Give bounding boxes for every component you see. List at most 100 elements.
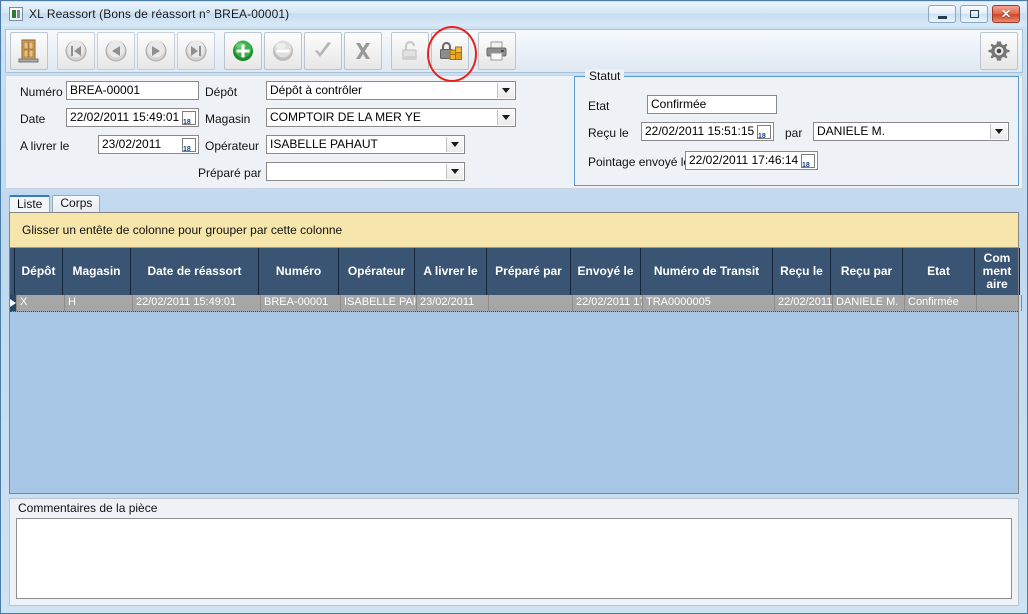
pointage-envoye-le-value: 22/02/2011 17:46:14 <box>689 153 799 167</box>
column-header[interactable]: Magasin <box>63 248 131 295</box>
chevron-down-icon[interactable] <box>446 164 463 179</box>
previous-record-icon <box>105 40 127 62</box>
recu-le-input[interactable]: 22/02/2011 15:51:15 18 <box>641 122 774 141</box>
group-by-hint[interactable]: Glisser un entête de colonne pour groupe… <box>10 213 1018 248</box>
column-header[interactable]: Reçu par <box>831 248 903 295</box>
close-button[interactable]: ✕ <box>992 5 1020 23</box>
calendar-icon[interactable]: 18 <box>182 138 196 153</box>
magasin-combo[interactable]: COMPTOIR DE LA MER YE <box>266 108 516 127</box>
column-header[interactable]: Reçu le <box>773 248 831 295</box>
date-input[interactable]: 22/02/2011 15:49:01 18 <box>66 108 199 127</box>
depot-value: Dépôt à contrôler <box>270 83 363 97</box>
date-label: Date <box>20 112 46 126</box>
magasin-value: COMPTOIR DE LA MER YE <box>270 110 421 124</box>
recu-le-label: Reçu le <box>588 126 629 140</box>
exit-door-button[interactable] <box>10 32 48 70</box>
column-header[interactable]: Numéro de Transit <box>641 248 773 295</box>
table-row[interactable]: X H 22/02/2011 15:49:01 BREA-00001 ISABELLE … <box>10 295 1022 312</box>
column-header[interactable]: Date de réassort <box>131 248 259 295</box>
operateur-combo[interactable]: ISABELLE PAHAUT <box>266 135 465 154</box>
minus-circle-icon <box>273 40 293 61</box>
settings-button[interactable] <box>980 32 1018 70</box>
application-icon <box>9 7 23 21</box>
chevron-down-icon[interactable] <box>446 137 463 152</box>
a-livrer-le-value: 23/02/2011 <box>102 137 162 151</box>
chevron-down-icon[interactable] <box>990 124 1007 139</box>
validate-button[interactable] <box>304 32 342 70</box>
depot-combo[interactable]: Dépôt à contrôler <box>266 81 516 100</box>
print-button[interactable] <box>478 32 516 70</box>
numero-label: Numéro <box>20 85 63 99</box>
previous-record-button[interactable] <box>97 32 135 70</box>
column-header[interactable]: Opérateur <box>339 248 415 295</box>
tab-corps[interactable]: Corps <box>52 195 101 212</box>
last-record-icon <box>185 40 207 62</box>
comments-textarea[interactable] <box>16 518 1012 599</box>
calendar-icon[interactable]: 18 <box>757 125 771 140</box>
row-selector[interactable] <box>10 295 17 311</box>
tab-liste[interactable]: Liste <box>9 195 51 212</box>
pointage-envoye-le-input[interactable]: 22/02/2011 17:46:14 18 <box>685 151 818 170</box>
par-label: par <box>785 126 803 140</box>
chevron-down-icon[interactable] <box>497 110 514 125</box>
table-cell[interactable] <box>977 295 1022 311</box>
lock-stock-button[interactable] <box>431 32 469 70</box>
records-grid: Glisser un entête de colonne pour groupe… <box>9 212 1022 494</box>
column-header[interactable]: Envoyé le <box>571 248 641 295</box>
statut-legend: Statut <box>585 69 625 83</box>
first-record-icon <box>65 40 87 62</box>
calendar-icon[interactable]: 18 <box>182 111 196 126</box>
last-record-button[interactable] <box>177 32 215 70</box>
column-header[interactable]: Com ment aire <box>975 248 1020 295</box>
etat-label: Etat <box>588 99 610 113</box>
cross-x-icon <box>356 43 370 59</box>
gear-icon <box>988 41 1010 61</box>
table-cell[interactable]: 22/02/2011 15:49:01 <box>133 295 261 311</box>
application-window: XL Reassort (Bons de réassort n° BREA-00… <box>0 0 1028 614</box>
table-cell[interactable]: DANIELE M. <box>833 295 905 311</box>
printer-icon <box>486 41 507 61</box>
table-cell[interactable] <box>489 295 573 311</box>
minimize-button[interactable] <box>928 5 956 23</box>
etat-input[interactable]: Confirmée <box>647 95 777 114</box>
table-cell[interactable]: BREA-00001 <box>261 295 341 311</box>
cancel-button[interactable] <box>344 32 382 70</box>
numero-input[interactable]: BREA-00001 <box>66 81 199 100</box>
column-header[interactable]: Etat <box>903 248 975 295</box>
table-cell[interactable]: H <box>65 295 133 311</box>
prepare-par-combo[interactable] <box>266 162 465 181</box>
table-cell[interactable]: 22/02/2011 17 <box>573 295 643 311</box>
table-cell[interactable]: TRA0000005 <box>643 295 775 311</box>
par-combo[interactable]: DANIELE M. <box>813 122 1009 141</box>
par-value: DANIELE M. <box>817 124 886 138</box>
add-button[interactable] <box>224 32 262 70</box>
remove-button[interactable] <box>264 32 302 70</box>
table-cell[interactable]: ISABELLE PAH. <box>341 295 417 311</box>
window-title: XL Reassort (Bons de réassort n° BREA-00… <box>29 7 290 21</box>
calendar-icon[interactable]: 18 <box>801 154 815 169</box>
table-cell[interactable]: X <box>17 295 65 311</box>
table-cell[interactable]: 23/02/2011 <box>417 295 489 311</box>
comments-panel: Commentaires de la pièce <box>9 498 1019 606</box>
column-header[interactable]: A livrer le <box>415 248 487 295</box>
prepare-par-label: Préparé par <box>198 166 262 180</box>
maximize-button[interactable] <box>960 5 988 23</box>
pointage-envoye-le-label: Pointage envoyé le <box>588 155 691 169</box>
door-icon <box>18 39 39 63</box>
table-cell[interactable]: 22/02/2011 <box>775 295 833 311</box>
next-record-icon <box>145 40 167 62</box>
operateur-label: Opérateur <box>205 139 260 153</box>
first-record-button[interactable] <box>57 32 95 70</box>
toolbar <box>5 29 1023 73</box>
unlock-button[interactable] <box>391 32 429 70</box>
a-livrer-le-input[interactable]: 23/02/2011 18 <box>98 135 199 154</box>
title-bar: XL Reassort (Bons de réassort n° BREA-00… <box>2 2 1026 26</box>
table-cell[interactable]: Confirmée <box>905 295 977 311</box>
column-header[interactable]: Préparé par <box>487 248 571 295</box>
recu-le-value: 22/02/2011 15:51:15 <box>645 124 755 138</box>
column-header[interactable]: Dépôt <box>15 248 63 295</box>
tab-bar: Liste Corps <box>9 195 102 212</box>
chevron-down-icon[interactable] <box>497 83 514 98</box>
column-header[interactable]: Numéro <box>259 248 339 295</box>
next-record-button[interactable] <box>137 32 175 70</box>
